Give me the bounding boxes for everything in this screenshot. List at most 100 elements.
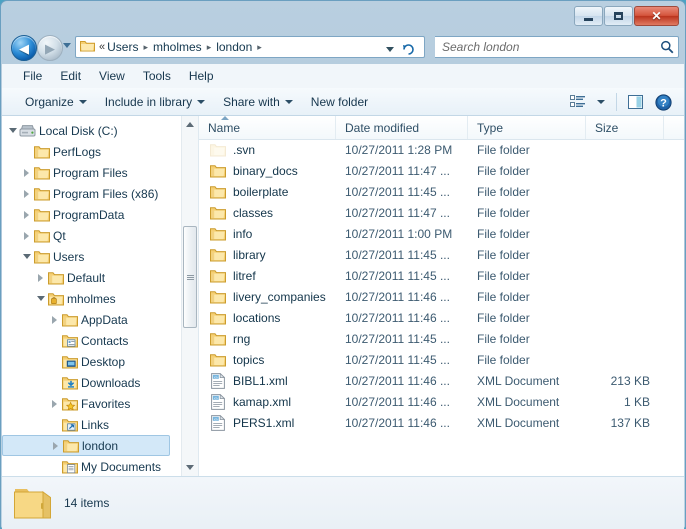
- table-row[interactable]: litref 10/27/2011 11:45 ... File folder: [199, 265, 684, 286]
- scroll-down-button[interactable]: [182, 459, 198, 476]
- column-header-date-modified[interactable]: Date modified: [336, 116, 468, 139]
- change-view-dropdown[interactable]: [593, 97, 609, 107]
- table-row[interactable]: library 10/27/2011 11:45 ... File folder: [199, 244, 684, 265]
- recent-pages-dropdown-icon[interactable]: [63, 43, 71, 48]
- share-with-button[interactable]: Share with: [214, 91, 302, 113]
- address-bar-row: ◀ ▶ « Users ▸ mholmes ▸ london ▸: [1, 32, 685, 64]
- tree-item-label: Contacts: [81, 333, 129, 348]
- expand-arrow-icon[interactable]: [48, 313, 61, 326]
- tree-item-default[interactable]: Default: [2, 267, 182, 288]
- tree-item-program-files[interactable]: Program Files: [2, 162, 182, 183]
- table-row[interactable]: locations 10/27/2011 11:46 ... File folder: [199, 307, 684, 328]
- tree-item-label: london: [82, 438, 119, 453]
- address-breadcrumb-bar[interactable]: « Users ▸ mholmes ▸ london ▸: [75, 36, 425, 58]
- table-row[interactable]: boilerplate 10/27/2011 11:45 ... File fold…: [199, 181, 684, 202]
- tree-item-london[interactable]: london: [2, 435, 170, 456]
- breadcrumb-root-chevron[interactable]: «: [98, 41, 106, 53]
- menu-file[interactable]: File: [14, 66, 51, 86]
- maximize-button[interactable]: [604, 6, 633, 26]
- column-header-date-label: Date modified: [345, 120, 420, 135]
- change-view-button[interactable]: [566, 92, 590, 112]
- tree-item-my-documents[interactable]: My Documents: [2, 456, 182, 476]
- table-row[interactable]: info 10/27/2011 1:00 PM File folder: [199, 223, 684, 244]
- breadcrumb-item-mholmes[interactable]: mholmes: [152, 40, 203, 54]
- close-button[interactable]: ✕: [634, 6, 679, 26]
- collapse-arrow-icon[interactable]: [20, 250, 33, 263]
- tree-item-contacts[interactable]: Contacts: [2, 330, 182, 351]
- tree-item-programdata[interactable]: ProgramData: [2, 204, 182, 225]
- expand-arrow-icon[interactable]: [20, 229, 33, 242]
- table-row[interactable]: rng 10/27/2011 11:45 ... File folder: [199, 328, 684, 349]
- tree-item-links[interactable]: Links: [2, 414, 182, 435]
- menu-view[interactable]: View: [90, 66, 134, 86]
- file-name-label: locations: [233, 310, 281, 325]
- tree-item-program-files-x86[interactable]: Program Files (x86): [2, 183, 182, 204]
- column-header-type[interactable]: Type: [468, 116, 586, 139]
- table-row[interactable]: classes 10/27/2011 11:47 ... File folder: [199, 202, 684, 223]
- desktop-folder-icon: [61, 355, 78, 369]
- table-row[interactable]: binary_docs 10/27/2011 11:47 ... File fold…: [199, 160, 684, 181]
- column-header-name[interactable]: Name: [199, 116, 336, 139]
- table-row[interactable]: <> BIBL1.xml 10/27/2011 11:46 ... XML Docu…: [199, 370, 684, 391]
- file-date-cell: 10/27/2011 1:00 PM: [345, 226, 453, 241]
- tree-item-favorites[interactable]: Favorites: [2, 393, 182, 414]
- collapse-arrow-icon[interactable]: [6, 124, 19, 137]
- help-button[interactable]: ?: [651, 91, 676, 114]
- file-name-cell: <> kamap.xml: [199, 393, 336, 410]
- expand-arrow-icon[interactable]: [34, 271, 47, 284]
- menu-tools[interactable]: Tools: [134, 66, 180, 86]
- file-name-cell: boilerplate: [199, 185, 336, 199]
- search-icon[interactable]: [656, 40, 678, 54]
- tree-item-mholmes[interactable]: mholmes: [2, 288, 182, 309]
- column-header-size[interactable]: Size: [586, 116, 664, 139]
- breadcrumb-item-london[interactable]: london: [215, 40, 253, 54]
- back-button[interactable]: ◀: [11, 35, 37, 61]
- folder-icon: [33, 208, 50, 222]
- folder-icon: [47, 271, 64, 285]
- organize-button[interactable]: Organize: [16, 91, 96, 113]
- scrollbar-thumb[interactable]: [183, 226, 197, 328]
- table-row[interactable]: <> PERS1.xml 10/27/2011 11:46 ... XML Docu…: [199, 412, 684, 433]
- expand-arrow-icon[interactable]: [20, 187, 33, 200]
- folder-tree: Local Disk (C:) PerfLogs Program Files P…: [2, 116, 182, 476]
- file-name-cell: library: [199, 248, 336, 262]
- collapse-arrow-icon[interactable]: [34, 292, 47, 305]
- scroll-up-button[interactable]: [182, 116, 198, 133]
- preview-pane-button[interactable]: [624, 92, 648, 113]
- expand-arrow-icon[interactable]: [49, 439, 62, 452]
- folder-icon: [208, 185, 228, 199]
- file-date-cell: 10/27/2011 11:45 ...: [345, 331, 450, 346]
- svg-text:<>: <>: [214, 417, 218, 421]
- tree-item-appdata[interactable]: AppData: [2, 309, 182, 330]
- forward-button[interactable]: ▶: [37, 35, 63, 61]
- tree-item-local-disk-c[interactable]: Local Disk (C:): [2, 120, 182, 141]
- tree-item-qt[interactable]: Qt: [2, 225, 182, 246]
- navigation-scrollbar[interactable]: [181, 116, 198, 476]
- menu-edit[interactable]: Edit: [51, 66, 90, 86]
- table-row[interactable]: .svn 10/27/2011 1:28 PM File folder: [199, 139, 684, 160]
- search-box[interactable]: [435, 36, 679, 58]
- table-row[interactable]: topics 10/27/2011 11:45 ... File folder: [199, 349, 684, 370]
- new-folder-button[interactable]: New folder: [302, 91, 377, 113]
- breadcrumb-item-users[interactable]: Users: [106, 40, 139, 54]
- minimize-button[interactable]: [574, 6, 603, 26]
- tree-item-users[interactable]: Users: [2, 246, 182, 267]
- file-type-cell: XML Document: [477, 394, 560, 409]
- favorites-folder-icon: [61, 397, 78, 411]
- expand-arrow-icon[interactable]: [20, 208, 33, 221]
- tree-item-desktop[interactable]: Desktop: [2, 351, 182, 372]
- refresh-button[interactable]: [398, 40, 420, 56]
- tree-item-downloads[interactable]: Downloads: [2, 372, 182, 393]
- table-row[interactable]: livery_companies 10/27/2011 11:46 ... File…: [199, 286, 684, 307]
- table-row[interactable]: <> kamap.xml 10/27/2011 11:46 ... XML Docu…: [199, 391, 684, 412]
- expand-arrow-icon[interactable]: [20, 166, 33, 179]
- address-dropdown-icon[interactable]: [386, 47, 394, 52]
- views-list-icon: [570, 95, 585, 107]
- tree-item-perflogs[interactable]: PerfLogs: [2, 141, 182, 162]
- expand-arrow-icon[interactable]: [48, 397, 61, 410]
- search-input[interactable]: [435, 39, 656, 55]
- menu-help[interactable]: Help: [180, 66, 223, 86]
- include-in-library-button[interactable]: Include in library: [96, 91, 214, 113]
